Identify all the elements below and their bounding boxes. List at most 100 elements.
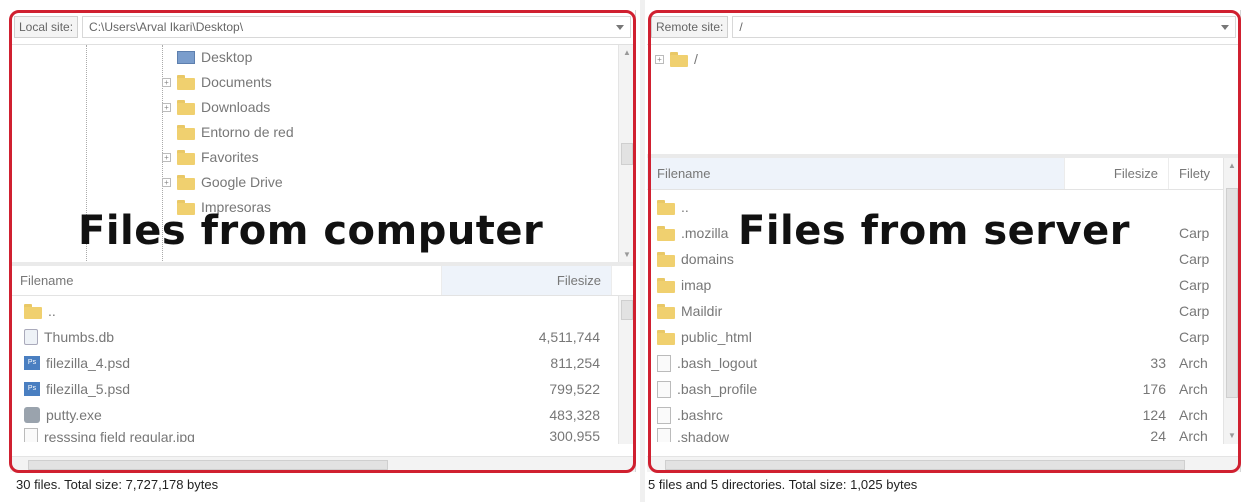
local-list-hscrollbar[interactable] [10,456,635,472]
folder-icon [177,174,195,190]
tree-item-root[interactable]: + / [655,47,698,71]
remote-list-hscrollbar[interactable] [647,456,1240,472]
scroll-down-icon[interactable]: ▼ [1224,428,1240,444]
scroll-thumb[interactable] [665,460,1185,470]
local-site-bar: Local site: C:\Users\Arval Ikari\Desktop… [10,10,635,44]
local-tree-scrollbar[interactable]: ▲ ▼ [618,45,635,263]
file-size: 799,522 [549,381,600,397]
column-filesize[interactable]: Filesize [442,266,612,295]
column-filename[interactable]: Filename [10,266,442,295]
scroll-thumb[interactable] [1226,188,1238,398]
file-name: filezilla_4.psd [46,355,131,371]
folder-icon [177,99,195,115]
list-item[interactable]: Maildir Carp [647,298,1224,324]
scroll-up-icon[interactable]: ▲ [619,45,635,61]
file-name: public_html [681,329,752,345]
chevron-down-icon[interactable] [1221,24,1229,30]
remote-list-scrollbar[interactable]: ▲ ▼ [1223,158,1240,444]
file-type: Carp [1179,225,1210,241]
folder-icon [670,51,688,67]
local-overlay-caption: Files from computer [78,208,544,254]
remote-file-list: Filename Filesize Filety .. .mozilla Car… [647,154,1240,472]
pane-divider[interactable] [640,0,645,502]
folder-icon [657,277,675,293]
file-type: Carp [1179,329,1210,345]
expand-icon[interactable]: + [162,152,171,162]
remote-status-text: 5 files and 5 directories. Total size: 1… [648,477,918,492]
file-type: Carp [1179,251,1210,267]
folder-icon [657,329,675,345]
folder-icon [657,199,675,215]
expand-icon[interactable]: + [162,177,171,187]
list-item[interactable]: resssing field regular.jpg 300,955 [10,428,618,442]
list-item[interactable]: .bash_profile 176 Arch [647,376,1224,402]
tree-item-downloads[interactable]: + Downloads [162,95,270,119]
list-item[interactable]: .shadow 24 Arch [647,428,1224,442]
chevron-down-icon[interactable] [616,24,624,30]
file-type: Carp [1179,303,1210,319]
file-name: domains [681,251,734,267]
scroll-thumb[interactable] [621,143,633,165]
tree-item-favorites[interactable]: + Favorites [162,145,259,169]
list-item[interactable]: Thumbs.db 4,511,744 [10,324,618,350]
local-site-path-input[interactable]: C:\Users\Arval Ikari\Desktop\ [82,16,631,38]
tree-item-label: / [694,51,698,67]
tree-item-documents[interactable]: + Documents [162,70,272,94]
tree-item-entorno-de-red[interactable]: Entorno de red [162,120,294,144]
folder-icon [177,74,195,90]
list-item[interactable]: .bash_logout 33 Arch [647,350,1224,376]
expand-icon[interactable]: + [655,54,664,64]
remote-list-header: Filename Filesize Filety [647,158,1240,190]
file-type: Arch [1179,428,1208,442]
folder-icon [657,225,675,241]
scroll-thumb[interactable] [28,460,388,470]
list-item[interactable]: .bashrc 124 Arch [647,402,1224,428]
scroll-thumb[interactable] [621,300,633,320]
tree-item-label: Documents [201,74,272,90]
remote-site-label: Remote site: [651,16,729,38]
list-item[interactable]: Ps filezilla_5.psd 799,522 [10,376,618,402]
column-filename[interactable]: Filename [647,158,1065,189]
tree-item-desktop[interactable]: Desktop [162,45,252,69]
expand-icon[interactable]: + [162,77,171,87]
remote-site-path-input[interactable]: / [732,16,1236,38]
list-item[interactable]: public_html Carp [647,324,1224,350]
remote-site-path-value: / [739,20,743,34]
tree-item-google-drive[interactable]: + Google Drive [162,170,283,194]
file-size: 4,511,744 [538,329,600,345]
file-name: .. [681,199,689,215]
local-list-scrollbar[interactable] [618,296,635,444]
folder-icon [177,124,195,140]
folder-icon [24,303,42,319]
local-list-header: Filename Filesize [10,266,635,296]
file-name: .bashrc [677,407,723,423]
file-name: putty.exe [46,407,102,423]
local-status-text: 30 files. Total size: 7,727,178 bytes [16,477,219,492]
list-item[interactable]: Ps filezilla_4.psd 811,254 [10,350,618,376]
tree-item-label: Downloads [201,99,271,115]
file-name: Maildir [681,303,723,319]
db-file-icon [24,329,38,345]
column-filetype[interactable]: Filety [1169,158,1224,189]
file-size: 483,328 [549,407,600,423]
list-item[interactable]: .. [10,298,618,324]
scroll-up-icon[interactable]: ▲ [1224,158,1240,174]
file-name: .bash_logout [677,355,758,371]
file-name: .mozilla [681,225,729,241]
file-icon [657,380,671,398]
folder-icon [657,303,675,319]
expand-icon[interactable]: + [162,102,171,112]
file-name: .bash_profile [677,381,758,397]
file-size: 811,254 [550,355,600,371]
list-item[interactable]: imap Carp [647,272,1224,298]
exe-file-icon [24,407,40,423]
tree-item-label: Desktop [201,49,253,65]
list-item[interactable]: putty.exe 483,328 [10,402,618,428]
column-filesize[interactable]: Filesize [1065,158,1169,189]
file-name: Thumbs.db [44,329,115,345]
remote-directory-tree: + / [647,44,1240,154]
scroll-down-icon[interactable]: ▼ [619,247,635,263]
file-name: .shadow [677,428,730,443]
file-icon [24,428,38,442]
file-size: 300,955 [549,428,600,442]
